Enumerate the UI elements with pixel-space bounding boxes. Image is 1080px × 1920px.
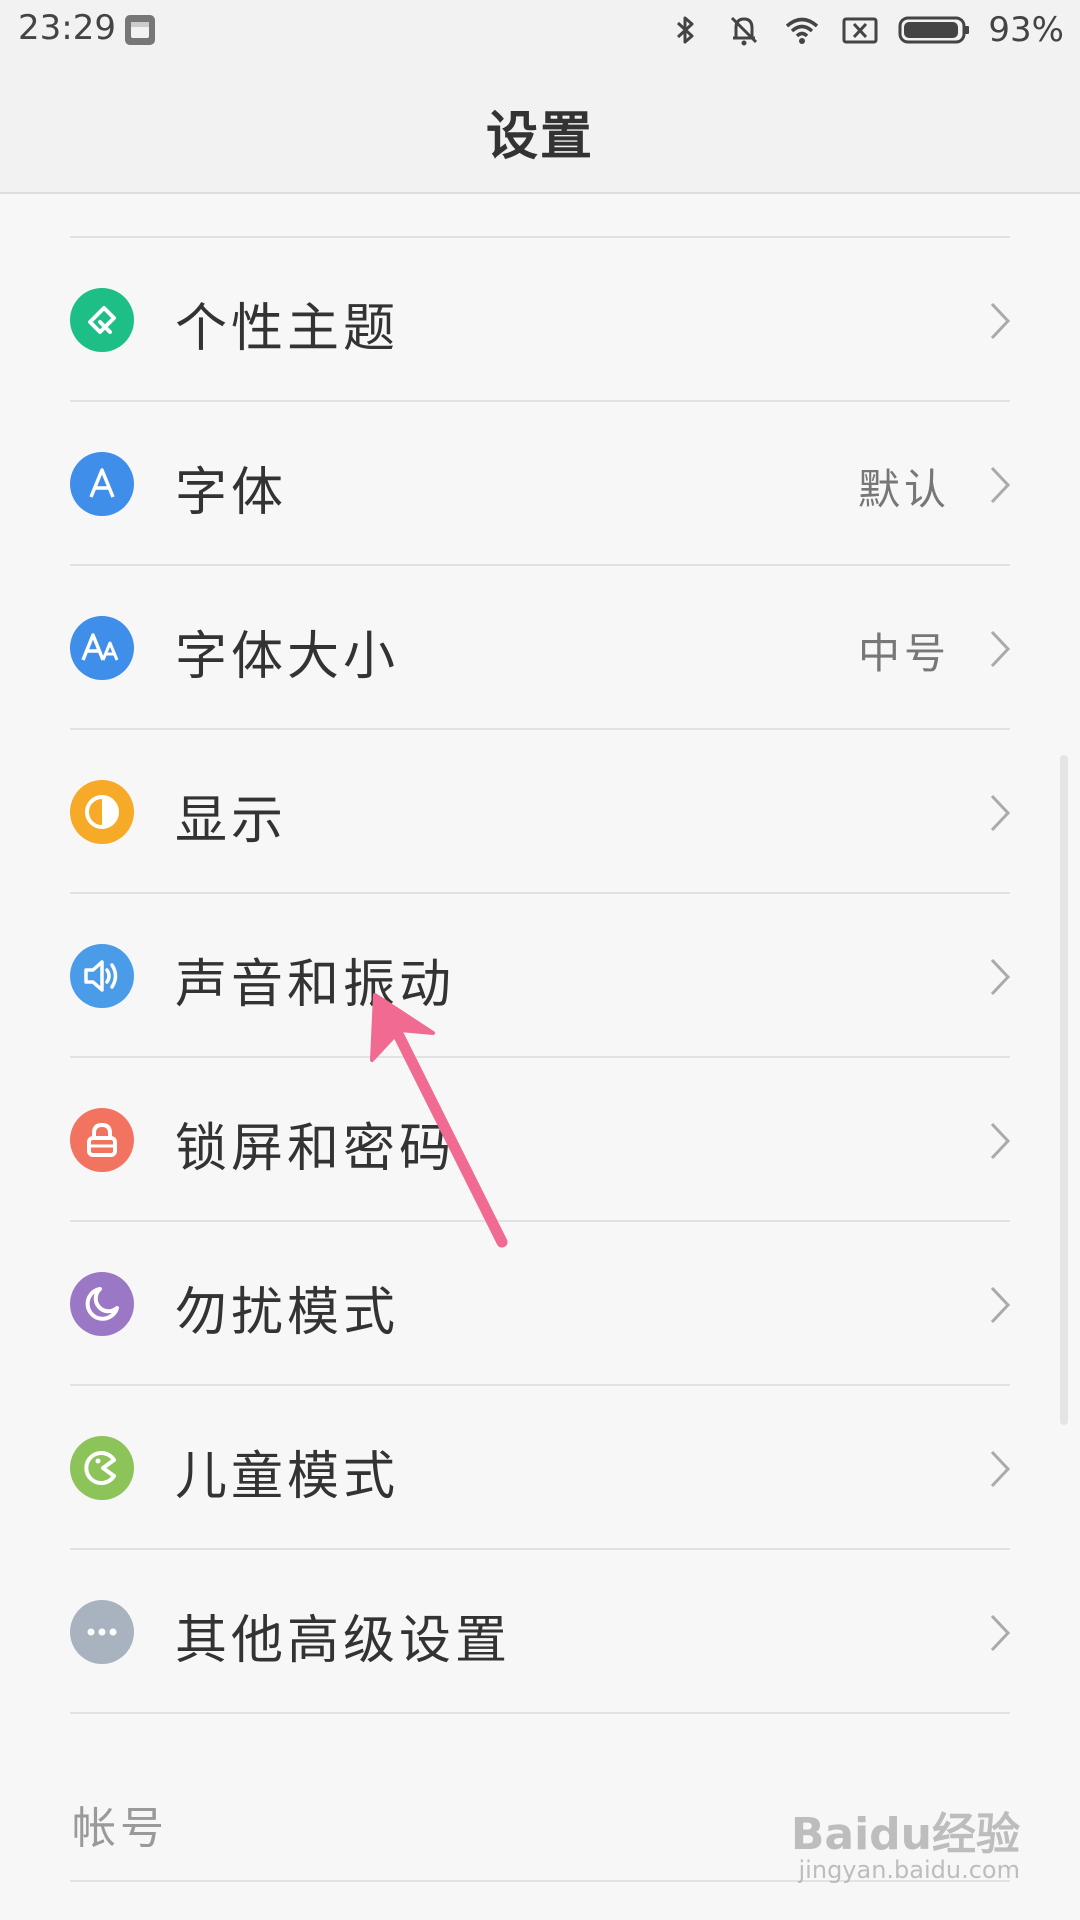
bluetooth-icon <box>677 16 694 44</box>
display-icon <box>70 780 134 844</box>
settings-item-label: 儿童模式 <box>175 1447 400 1507</box>
page-title: 设置 <box>485 107 594 167</box>
font-size-icon <box>70 616 134 680</box>
scrollbar[interactable] <box>1060 755 1068 1425</box>
more-icon <box>70 1600 134 1664</box>
settings-item-do-not-disturb[interactable]: 勿扰模式 <box>0 1222 1080 1386</box>
settings-item-label: 个性主题 <box>175 299 400 359</box>
app-notification-icon <box>125 15 155 45</box>
wifi-icon <box>786 17 819 44</box>
chevron-right-icon <box>988 300 1012 342</box>
theme-brush-icon <box>70 288 134 352</box>
settings-item-label: 勿扰模式 <box>175 1283 400 1343</box>
status-bar: 23:29 93% <box>0 0 1080 60</box>
title-bar: 设置 <box>0 60 1080 194</box>
divider <box>70 1712 1010 1714</box>
lock-icon <box>70 1108 134 1172</box>
chevron-right-icon <box>988 956 1012 998</box>
settings-screen: 23:29 93% 设置 个性主题 字体 默认 字体大小 中号 显示 声音和振动… <box>0 0 1080 1920</box>
settings-item-lock-password[interactable]: 锁屏和密码 <box>0 1058 1080 1222</box>
moon-icon <box>70 1272 134 1336</box>
settings-item-label: 字体大小 <box>175 627 400 687</box>
settings-item-label: 锁屏和密码 <box>175 1119 456 1179</box>
settings-item-label: 声音和振动 <box>175 955 456 1015</box>
battery-percent: 93% <box>988 10 1064 50</box>
chevron-right-icon <box>988 1120 1012 1162</box>
speaker-icon <box>70 944 134 1008</box>
settings-item-font[interactable]: 字体 默认 <box>0 402 1080 566</box>
settings-item-theme[interactable]: 个性主题 <box>0 238 1080 402</box>
chevron-right-icon <box>988 1284 1012 1326</box>
chevron-right-icon <box>988 464 1012 506</box>
settings-item-advanced[interactable]: 其他高级设置 <box>0 1550 1080 1714</box>
kids-icon <box>70 1436 134 1500</box>
settings-item-kids-mode[interactable]: 儿童模式 <box>0 1386 1080 1550</box>
chevron-right-icon <box>988 1448 1012 1490</box>
silent-bell-icon <box>731 16 758 46</box>
watermark-brand: Baidu经验 <box>790 1809 1020 1860</box>
settings-item-display[interactable]: 显示 <box>0 730 1080 894</box>
watermark-url: jingyan.baidu.com <box>798 1856 1020 1884</box>
settings-item-sound-vibration[interactable]: 声音和振动 <box>0 894 1080 1058</box>
battery-icon <box>898 16 970 44</box>
no-sim-icon <box>842 17 878 44</box>
settings-item-label: 显示 <box>175 791 288 851</box>
chevron-right-icon <box>988 792 1012 834</box>
section-header-account: 帐号 <box>72 1803 168 1854</box>
chevron-right-icon <box>988 628 1012 670</box>
font-icon <box>70 452 134 516</box>
settings-item-value: 默认 <box>857 465 950 514</box>
settings-item-label: 其他高级设置 <box>175 1611 512 1671</box>
chevron-right-icon <box>988 1612 1012 1654</box>
settings-item-font-size[interactable]: 字体大小 中号 <box>0 566 1080 730</box>
settings-item-value: 中号 <box>857 629 950 678</box>
watermark: Baidu经验 jingyan.baidu.com <box>790 1788 1020 1898</box>
status-time: 23:29 <box>18 8 116 48</box>
status-icons: 93% <box>666 8 1064 52</box>
settings-item-label: 字体 <box>175 463 288 523</box>
